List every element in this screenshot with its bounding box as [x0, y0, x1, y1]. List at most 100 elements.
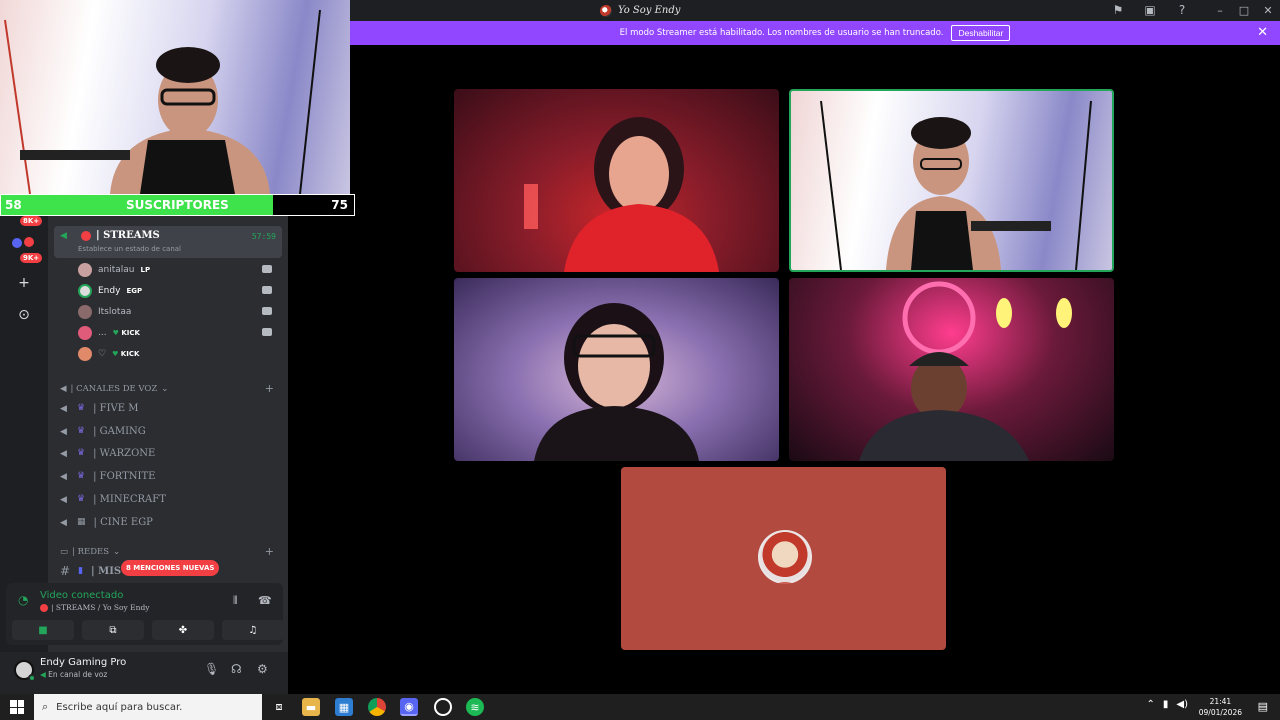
user-tag: ♥ KICK	[112, 350, 140, 358]
file-explorer-icon[interactable]: ▬	[302, 698, 320, 716]
signal-icon[interactable]: ◔	[18, 593, 28, 607]
voice-connection-panel: ◔ Video conectado | STREAMS / Yo Soy End…	[6, 583, 284, 645]
inbox-icon[interactable]: ⚑	[1110, 2, 1126, 18]
add-channel-icon[interactable]: +	[265, 382, 274, 395]
new-mentions-badge[interactable]: 8 MENCIONES NUEVAS	[121, 560, 220, 576]
channel-emoji-icon: ▦	[77, 517, 86, 527]
camera-button[interactable]: ■	[12, 620, 74, 640]
video-tile-participant-5-camera-off[interactable]	[621, 467, 946, 650]
close-banner-icon[interactable]: ✕	[1257, 25, 1268, 40]
speaker-icon: ◀	[60, 231, 67, 241]
notifications-icon[interactable]: ▤	[1258, 700, 1268, 713]
camera-icon	[262, 286, 272, 294]
settings-gear-icon[interactable]: ⚙	[257, 662, 268, 676]
voice-status[interactable]: Video conectado	[40, 590, 123, 601]
active-voice-channel[interactable]: ◀ | STREAMS 57:59 Establece un estado de…	[54, 226, 282, 258]
help-icon[interactable]: ?	[1174, 2, 1190, 18]
video-tile-participant-3[interactable]	[454, 278, 779, 461]
streamer-webcam-overlay	[0, 0, 350, 194]
streamer-mode-banner: El modo Streamer está habilitado. Los no…	[350, 21, 1280, 45]
server-logo-icon	[600, 4, 612, 17]
avatar	[78, 305, 92, 319]
voice-user-name: Endy	[98, 286, 121, 296]
avatar	[78, 284, 92, 298]
speaker-icon: ◀	[60, 426, 67, 437]
headphones-icon[interactable]: ☊	[231, 662, 242, 676]
subscriber-goal-label: SUSCRIPTORES	[126, 198, 229, 212]
category-label: | CANALES DE VOZ	[70, 384, 158, 394]
activities-button[interactable]: ✤	[152, 620, 214, 640]
voice-channel-warzone[interactable]: ◀ ♛ | WARZONE	[60, 443, 155, 463]
volume-icon[interactable]: ◀)	[1176, 699, 1188, 710]
voice-channel-five-m[interactable]: ◀ ♛ | FIVE M	[60, 398, 138, 418]
taskbar-search-box[interactable]: ⌕ Escribe aquí para buscar.	[34, 694, 262, 720]
discover-icon[interactable]: ⊙	[14, 305, 34, 325]
soundboard-button[interactable]: ♫	[222, 620, 284, 640]
category-redes[interactable]: ▭ | REDES ⌄ +	[60, 545, 274, 559]
disconnect-icon[interactable]: ☎	[258, 594, 272, 607]
add-server-icon[interactable]: +	[14, 273, 34, 293]
minimize-button[interactable]: –	[1208, 0, 1232, 21]
voice-channel-name: | WARZONE	[93, 447, 156, 459]
chevron-up-icon[interactable]: ⌃	[1147, 699, 1155, 710]
close-window-button[interactable]: ✕	[1256, 0, 1280, 21]
video-tile-participant-4[interactable]	[789, 278, 1114, 461]
hashtag-icon: #	[60, 564, 71, 578]
online-status-icon	[28, 674, 36, 682]
windows-start-icon[interactable]	[10, 700, 24, 714]
voice-user-name: ♡	[98, 349, 107, 359]
user-status: ◀ En canal de voz	[40, 670, 108, 679]
voice-user[interactable]: ... ♥ KICK	[78, 324, 278, 342]
set-channel-status[interactable]: Establece un estado de canal	[78, 245, 181, 253]
spotify-icon[interactable]: ≋	[466, 698, 484, 716]
webcam-video	[4, 9, 321, 194]
voice-channel-path[interactable]: | STREAMS / Yo Soy Endy	[40, 603, 150, 612]
subscriber-count: 58	[5, 198, 22, 212]
search-placeholder: Escribe aquí para buscar.	[56, 701, 183, 713]
video-tile-participant-2-speaking[interactable]	[789, 89, 1114, 272]
camera-icon	[262, 328, 272, 336]
participant-2-video	[820, 100, 1092, 270]
maximize-button[interactable]: □	[1232, 0, 1256, 21]
screen-share-button[interactable]: ⧉	[82, 620, 144, 640]
channel-emoji-icon: ♛	[77, 403, 86, 413]
subscriber-goal-bar: 58 SUSCRIPTORES 75	[0, 194, 355, 216]
user-tag: LP	[140, 266, 151, 274]
chrome-icon[interactable]	[368, 698, 386, 716]
obs-icon[interactable]	[434, 698, 452, 716]
video-tile-participant-1[interactable]	[454, 89, 779, 272]
store-icon[interactable]: ▦	[335, 698, 353, 716]
voice-channel-cine-egp[interactable]: ◀ ▦ | CINE EGP	[60, 512, 153, 532]
chevron-down-icon: ⌄	[161, 384, 169, 394]
voice-user-name: Itslotaa	[98, 307, 132, 317]
channel-emoji-icon: ♛	[77, 494, 86, 504]
noise-suppression-icon[interactable]: ⫴	[233, 594, 238, 608]
disable-streamer-mode-button[interactable]: Deshabilitar	[951, 25, 1011, 41]
category-label: | REDES	[72, 547, 110, 557]
avatar	[78, 263, 92, 277]
channel-timer: 57:59	[251, 232, 276, 241]
task-view-icon[interactable]: ⧈	[270, 698, 288, 716]
voice-channel-minecraft[interactable]: ◀ ♛ | MINECRAFT	[60, 489, 166, 509]
text-channel-mis[interactable]: # ▮ | MIS	[60, 561, 121, 581]
camera-icon	[262, 265, 272, 273]
window-title-text: Yo Soy Endy	[618, 5, 681, 16]
microphone-icon[interactable]: 🎙︎	[204, 662, 219, 676]
speaker-icon: ◀	[60, 517, 67, 528]
voice-user[interactable]: anitalau LP	[78, 261, 278, 279]
system-tray: ⌃ ▮ ◀)	[1147, 699, 1189, 710]
discord-icon[interactable]: ◉	[400, 698, 418, 716]
voice-user[interactable]: Itslotaa	[78, 303, 278, 321]
voice-channel-fortnite[interactable]: ◀ ♛ | FORTNITE	[60, 466, 155, 486]
taskbar-clock[interactable]: 21:41 09/01/2026	[1199, 696, 1242, 718]
window-title: Yo Soy Endy	[600, 2, 680, 19]
voice-channel-name: | CINE EGP	[93, 516, 153, 528]
username[interactable]: Endy Gaming Pro	[40, 657, 126, 668]
category-voice-channels[interactable]: ◀ | CANALES DE VOZ ⌄ +	[60, 382, 274, 396]
voice-user[interactable]: ♡ ♥ KICK	[78, 345, 278, 363]
voice-user[interactable]: Endy EGP	[78, 282, 278, 300]
microphone-tray-icon[interactable]: ▮	[1163, 699, 1169, 710]
stream-icon[interactable]: ▣	[1142, 2, 1158, 18]
add-channel-icon[interactable]: +	[265, 545, 274, 558]
voice-channel-gaming[interactable]: ◀ ♛ | GAMING	[60, 421, 146, 441]
